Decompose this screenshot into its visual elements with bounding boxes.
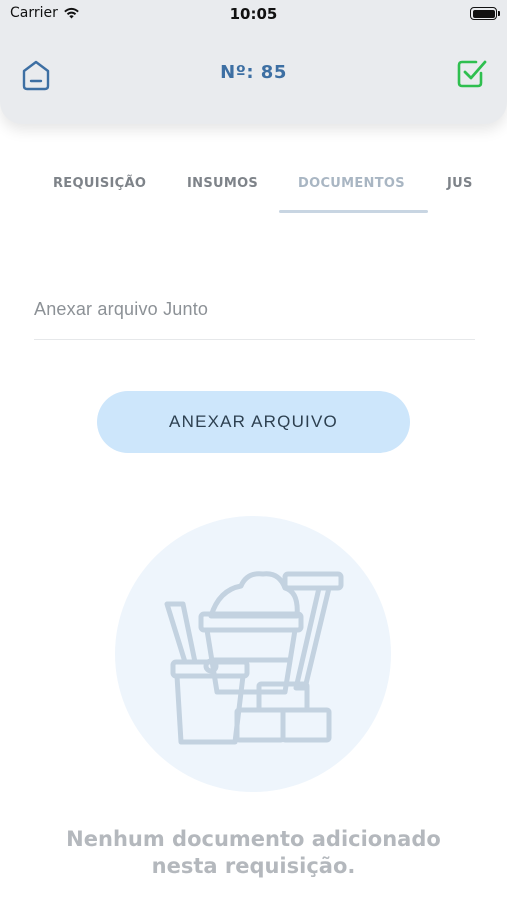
active-tab-indicator	[279, 210, 428, 213]
tab-requisicao[interactable]: REQUISIÇÃO	[53, 176, 146, 191]
clock: 10:05	[229, 5, 278, 23]
field-divider	[34, 339, 475, 340]
confirm-button[interactable]	[455, 56, 489, 90]
tab-documentos[interactable]: DOCUMENTOS	[298, 176, 405, 191]
cleaning-supplies-icon	[164, 571, 344, 745]
empty-state-illustration	[115, 516, 391, 792]
empty-state-message: Nenhum documento adicionado nesta requis…	[0, 826, 507, 880]
status-bar: Carrier 10:05	[0, 0, 507, 30]
attach-file-button[interactable]: ANEXAR ARQUIVO	[97, 391, 410, 453]
battery-icon	[470, 7, 500, 20]
tab-bar: REQUISIÇÃO INSUMOS DOCUMENTOS JUS	[0, 168, 507, 214]
empty-state-line-2: nesta requisição.	[151, 854, 356, 878]
tab-justificativa[interactable]: JUS	[447, 176, 473, 191]
page-title: Nº: 85	[220, 62, 287, 83]
attachment-field[interactable]: Anexar arquivo Junto	[34, 299, 208, 320]
header-bar: Carrier 10:05 Nº: 85	[0, 0, 507, 124]
checkbox-checked-icon	[457, 60, 487, 88]
tab-insumos[interactable]: INSUMOS	[187, 176, 258, 191]
empty-state-line-1: Nenhum documento adicionado	[66, 827, 441, 851]
